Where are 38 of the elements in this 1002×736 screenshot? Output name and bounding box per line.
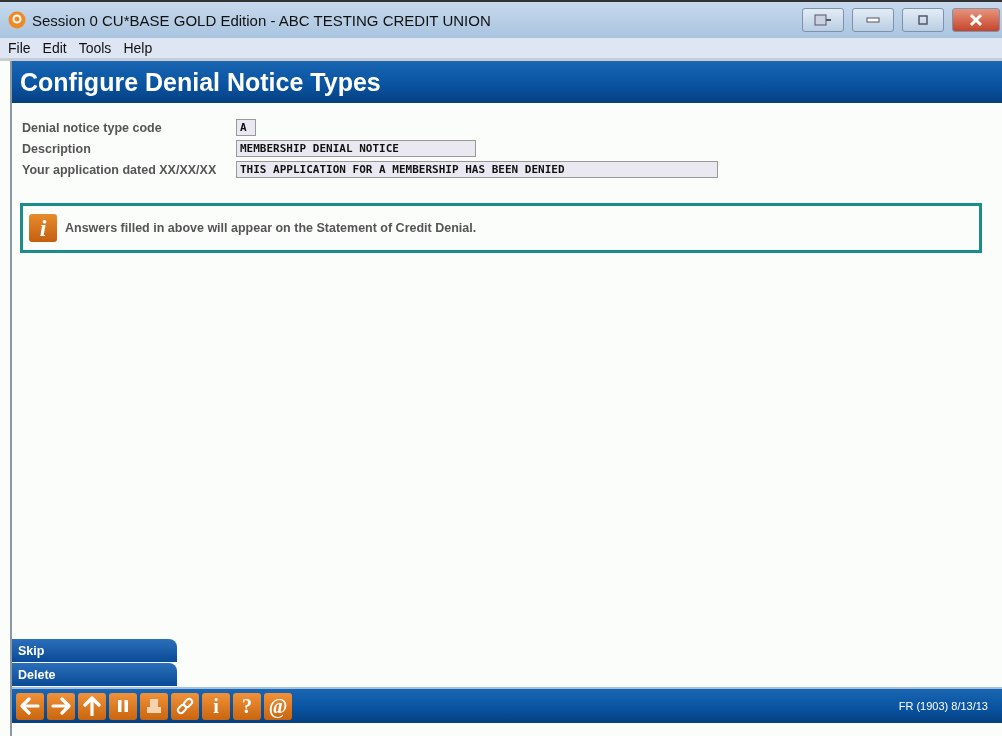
- up-arrow-icon: [83, 696, 101, 716]
- action-button[interactable]: Delete: [12, 663, 177, 686]
- window-title: Session 0 CU*BASE GOLD Edition - ABC TESTING CREDIT UNION: [32, 11, 492, 29]
- window-arrow-icon: [814, 14, 832, 26]
- menu-item[interactable]: File: [8, 40, 31, 56]
- printer-icon: [146, 698, 162, 714]
- restore-session-button[interactable]: [802, 8, 844, 32]
- pause-button[interactable]: [109, 692, 137, 720]
- minimize-button[interactable]: [852, 8, 894, 32]
- print-button[interactable]: [140, 692, 168, 720]
- link-icon: [176, 697, 194, 715]
- field-label: Your application dated XX/XX/XX: [22, 162, 217, 177]
- back-button[interactable]: [16, 692, 44, 720]
- menu-item[interactable]: Edit: [42, 40, 67, 56]
- field-label: Description: [22, 141, 91, 156]
- right-arrow-icon: [51, 697, 71, 715]
- forward-button[interactable]: [47, 692, 75, 720]
- page-title: Configure Denial Notice Types: [20, 67, 381, 97]
- input-field[interactable]: A: [236, 119, 256, 136]
- pause-icon: [117, 699, 129, 713]
- action-button[interactable]: Skip: [12, 639, 177, 662]
- field-label: Denial notice type code: [22, 120, 162, 135]
- up-button[interactable]: [78, 692, 106, 720]
- link-button[interactable]: [171, 692, 199, 720]
- menu-item[interactable]: Tools: [78, 40, 112, 56]
- minimize-icon: [866, 17, 880, 23]
- input-field[interactable]: MEMBERSHIP DENIAL NOTICE: [236, 140, 476, 157]
- info-message: Answers filled in above will appear on the Statement of Credit Denial.: [65, 221, 477, 235]
- close-icon: [969, 13, 983, 27]
- close-button[interactable]: [952, 8, 1000, 32]
- info-icon: i: [29, 214, 57, 242]
- maximize-button[interactable]: [902, 8, 944, 32]
- input-field[interactable]: THIS APPLICATION FOR A MEMBERSHIP HAS BEEN DENIED: [236, 161, 718, 178]
- maximize-icon: [918, 15, 928, 25]
- status-text: FR (1903) 8/13/13: [898, 700, 988, 712]
- menu-item[interactable]: Help: [123, 40, 153, 56]
- app-logo-icon: [8, 11, 26, 29]
- left-arrow-icon: [20, 697, 40, 715]
